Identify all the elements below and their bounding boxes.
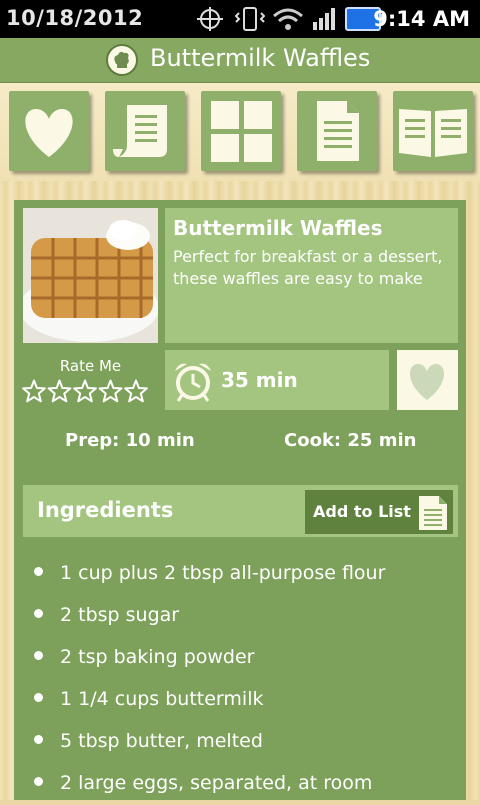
favorite-toggle[interactable] [397, 350, 458, 410]
recipe-info-panel: Buttermilk Waffles Perfect for breakfast… [165, 208, 458, 343]
chef-hat-logo-icon [106, 44, 138, 76]
bullet-icon [34, 693, 43, 702]
bullet-icon [34, 777, 43, 786]
ingredient-text: 2 large eggs, separated, at room [60, 772, 373, 794]
signal-icon [313, 8, 335, 30]
status-date: 10/18/2012 [6, 6, 144, 30]
ingredients-title: Ingredients [37, 498, 174, 522]
ingredient-item: 2 tbsp sugar [30, 595, 450, 637]
star-icon[interactable] [22, 379, 46, 403]
total-time-value: 35 min [221, 368, 298, 392]
ingredient-item: 1 cup plus 2 tbsp all-purpose flour [30, 553, 450, 595]
vibrate-icon [235, 7, 265, 31]
heart-icon [25, 109, 73, 157]
star-icon[interactable] [73, 379, 97, 403]
page-title: Buttermilk Waffles [150, 44, 371, 72]
star-icon[interactable] [124, 379, 148, 403]
cookbook-button[interactable] [393, 91, 473, 171]
bullet-icon [34, 609, 43, 618]
ingredient-item: 2 large eggs, separated, at room [30, 763, 450, 805]
ingredient-item: 2 tsp baking powder [30, 637, 450, 679]
app-title-bar: Buttermilk Waffles [0, 38, 480, 83]
grid-icon [211, 101, 272, 162]
list-document-icon [419, 496, 447, 530]
recipes-button[interactable] [105, 91, 185, 171]
scroll-icon [113, 105, 167, 157]
waffle-image [23, 208, 158, 343]
ingredient-item: 1 1/4 cups buttermilk [30, 679, 450, 721]
add-to-list-label: Add to List [313, 502, 411, 521]
bullet-icon [34, 567, 43, 576]
ingredient-text: 2 tbsp sugar [60, 604, 180, 626]
prep-time: Prep: 10 min [65, 430, 195, 451]
star-icon[interactable] [47, 379, 72, 403]
gps-icon [197, 7, 223, 31]
ingredient-text: 1 cup plus 2 tbsp all-purpose flour [60, 562, 386, 584]
book-icon [399, 109, 467, 157]
star-rating-svg[interactable] [22, 378, 150, 404]
cook-time: Cook: 25 min [284, 430, 417, 451]
rate-me-label: Rate Me [59, 357, 122, 375]
bullet-icon [34, 735, 43, 744]
status-time: 9:14 AM [373, 7, 470, 31]
status-bar: 10/18/2012 9:14 AM [0, 0, 480, 38]
bullet-icon [34, 651, 43, 660]
shopping-list-button[interactable] [297, 91, 377, 171]
recipe-name: Buttermilk Waffles [173, 216, 383, 240]
alarm-clock-icon [175, 363, 211, 402]
ingredients-list: 1 cup plus 2 tbsp all-purpose flour 2 tbs… [30, 553, 450, 805]
total-time-box: 35 min [165, 350, 389, 410]
ingredient-item: 5 tbsp butter, melted [30, 721, 450, 763]
document-icon [317, 101, 359, 161]
toolbar [0, 83, 480, 181]
wifi-icon [273, 8, 303, 30]
star-icon[interactable] [98, 379, 123, 403]
heart-outline-icon [409, 364, 445, 400]
favorites-button[interactable] [9, 91, 89, 171]
add-to-list-button[interactable]: Add to List [305, 490, 453, 534]
recipe-description: Perfect for breakfast or a dessert, thes… [173, 247, 443, 288]
ingredient-text: 1 1/4 cups buttermilk [60, 688, 264, 710]
ingredient-text: 2 tsp baking powder [60, 646, 255, 668]
rating-stars[interactable] [22, 378, 150, 408]
recipe-photo [23, 208, 158, 343]
categories-button[interactable] [201, 91, 281, 171]
ingredient-text: 5 tbsp butter, melted [60, 730, 263, 752]
